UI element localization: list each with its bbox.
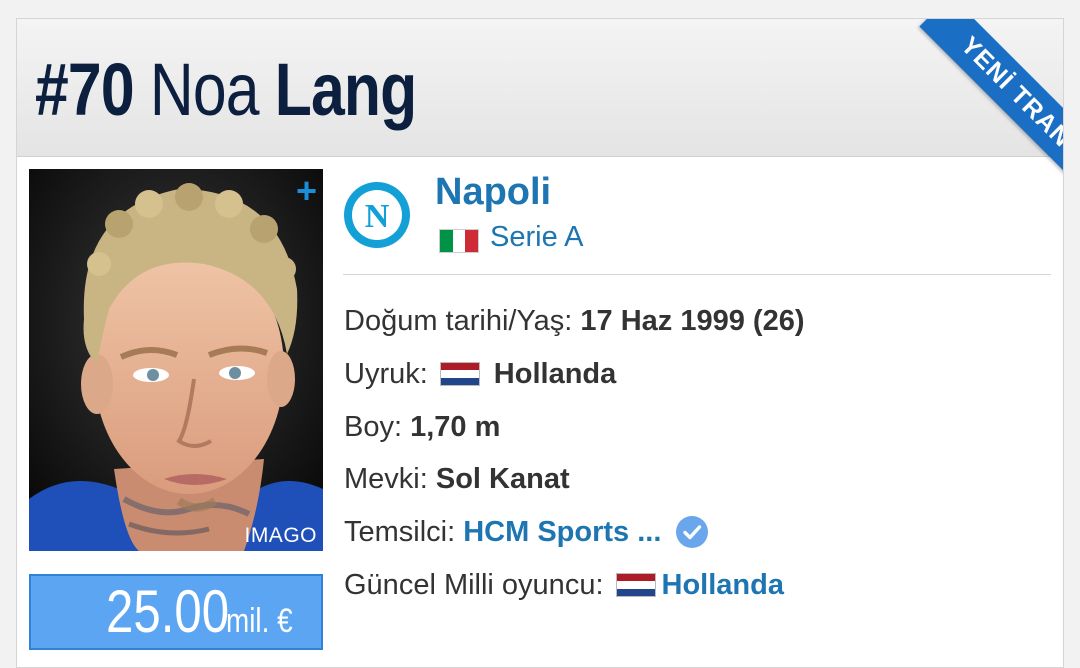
shirt-number: #70 xyxy=(35,48,135,131)
player-last-name: Lang xyxy=(274,48,417,131)
player-photo[interactable]: + IMAGO xyxy=(29,169,323,551)
birth-label: Doğum tarihi/Yaş: xyxy=(344,304,573,337)
birth-value: 17 Haz 1999 (26) xyxy=(580,304,805,337)
player-first-name: Noa xyxy=(149,48,260,131)
netherlands-flag-icon xyxy=(439,362,480,386)
league-link[interactable]: Serie A xyxy=(490,221,584,254)
position-row: Mevki: Sol Kanat xyxy=(344,459,570,499)
nationality-label: Uyruk: xyxy=(344,357,428,390)
birth-row: Doğum tarihi/Yaş: 17 Haz 1999 (26) xyxy=(344,301,805,341)
agent-row: Temsilci: HCM Sports ... xyxy=(344,512,709,552)
height-row: Boy: 1,70 m xyxy=(344,407,500,447)
position-label: Mevki: xyxy=(344,462,428,495)
height-label: Boy: xyxy=(344,410,403,443)
napoli-logo-icon[interactable]: N xyxy=(343,181,411,249)
italy-flag-icon xyxy=(439,229,479,253)
market-value-box[interactable]: 25.00 mil. € xyxy=(29,574,323,650)
agent-label: Temsilci: xyxy=(344,515,456,548)
player-portrait-image xyxy=(29,169,323,551)
player-profile-card: #70 Noa Lang YENİ TRANSFER + IMAGO 25.00… xyxy=(16,18,1064,668)
nationality-value: Hollanda xyxy=(493,357,617,390)
new-transfer-ribbon: YENİ TRANSFER xyxy=(853,19,1063,229)
add-photo-plus-icon[interactable]: + xyxy=(296,173,317,209)
verified-check-icon xyxy=(676,516,709,548)
netherlands-flag-icon xyxy=(615,573,656,597)
national-team-row: Güncel Milli oyuncu: Hollanda xyxy=(344,565,784,605)
player-header: #70 Noa Lang YENİ TRANSFER xyxy=(17,19,1063,229)
position-value: Sol Kanat xyxy=(435,462,570,495)
photo-credit: IMAGO xyxy=(244,524,317,547)
section-divider xyxy=(343,274,1051,275)
ribbon-label: YENİ TRANSFER xyxy=(919,19,1063,229)
market-value-amount: 25.00 xyxy=(106,578,230,645)
national-team-label: Güncel Milli oyuncu: xyxy=(344,568,604,601)
player-title: #70 Noa Lang xyxy=(35,45,417,135)
club-logo-letter: N xyxy=(365,198,390,235)
nationality-row: Uyruk: Hollanda xyxy=(344,354,616,394)
height-value: 1,70 m xyxy=(410,410,501,443)
market-value-unit: mil. € xyxy=(225,602,293,640)
national-team-link[interactable]: Hollanda xyxy=(662,569,784,602)
club-name-link[interactable]: Napoli xyxy=(435,171,551,214)
agent-link[interactable]: HCM Sports ... xyxy=(463,516,661,549)
